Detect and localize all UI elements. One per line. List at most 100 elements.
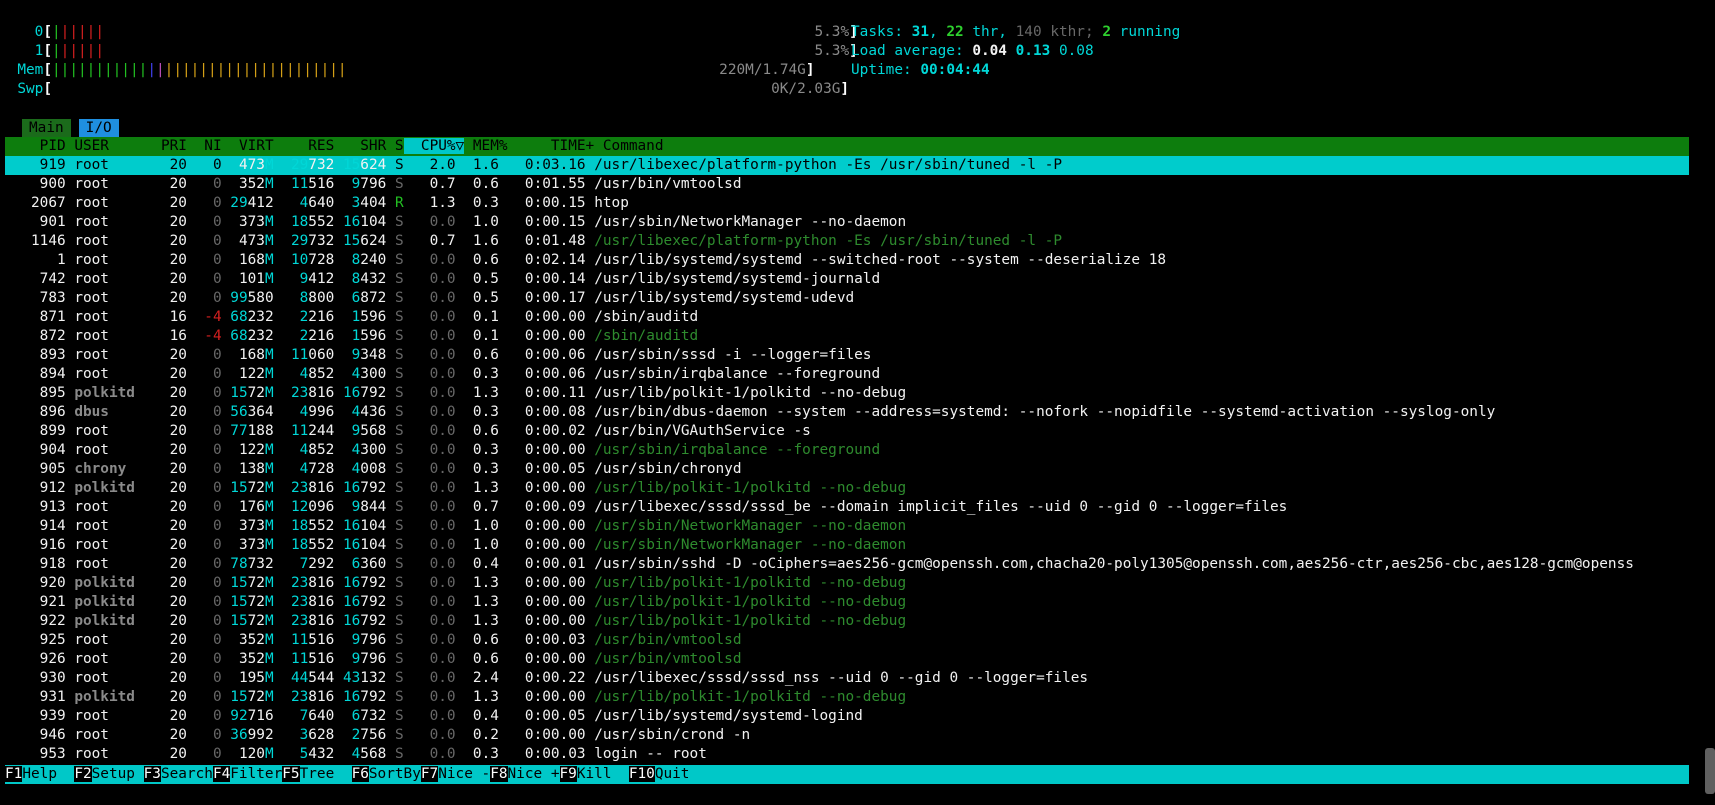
column-header-shr[interactable]: SHR <box>334 138 386 154</box>
virt: 352M <box>221 176 274 192</box>
fkey-label-nice-[interactable]: Nice - <box>438 766 490 782</box>
process-row[interactable]: 913 root 20 0 176M 12096 9844 S 0.0 0.7 … <box>5 498 1689 517</box>
window-resize-grip[interactable] <box>1705 748 1715 794</box>
priority: 20 <box>143 499 187 515</box>
res: 11060 <box>273 347 335 363</box>
priority: 20 <box>143 366 187 382</box>
fkey-label-tree[interactable]: Tree <box>300 766 352 782</box>
fkey-label-nice-[interactable]: Nice + <box>508 766 560 782</box>
process-row[interactable]: 918 root 20 0 78732 7292 6360 S 0.0 0.4 … <box>5 555 1689 574</box>
process-row[interactable]: 901 root 20 0 373M 18552 16104 S 0.0 1.0… <box>5 213 1689 232</box>
fkey-label-quit[interactable]: Quit <box>655 766 707 782</box>
res: 3628 <box>273 727 335 743</box>
process-row[interactable]: 946 root 20 0 36992 3628 2756 S 0.0 0.2 … <box>5 726 1689 745</box>
fkey-f5[interactable]: F5 <box>282 766 300 782</box>
process-row[interactable]: 914 root 20 0 373M 18552 16104 S 0.0 1.0… <box>5 517 1689 536</box>
fkey-f7[interactable]: F7 <box>420 766 439 782</box>
process-row[interactable]: 931 polkitd 20 0 1572M 23816 16792 S 0.0… <box>5 688 1689 707</box>
cpu-time: 0:00.00 <box>498 575 586 591</box>
fkey-label-filter[interactable]: Filter <box>230 766 282 782</box>
cpu1-meter: 1[|||||| 5.3%] <box>34 43 858 59</box>
shr: 9348 <box>334 347 387 363</box>
cpu-time: 0:00.01 <box>498 556 586 572</box>
cpu-percent: 1.3 <box>403 195 456 211</box>
virt: 122M <box>221 366 274 382</box>
fkey-label-kill[interactable]: Kill <box>577 766 629 782</box>
priority: 20 <box>143 480 187 496</box>
process-row[interactable]: 900 root 20 0 352M 11516 9796 S 0.7 0.6 … <box>5 175 1689 194</box>
res: 18552 <box>273 537 335 553</box>
column-header-mem[interactable]: MEM% <box>464 138 508 154</box>
process-row[interactable]: 939 root 20 0 92716 7640 6732 S 0.0 0.4 … <box>5 707 1689 726</box>
column-header-s[interactable]: S <box>386 138 404 154</box>
process-row[interactable]: 930 root 20 0 195M 44544 43132 S 0.0 2.4… <box>5 669 1689 688</box>
process-row[interactable]: 742 root 20 0 101M 9412 8432 S 0.0 0.5 0… <box>5 270 1689 289</box>
process-row[interactable]: 1146 root 20 0 473M 29732 15624 S 0.7 1.… <box>5 232 1689 251</box>
process-row[interactable]: 919 root 20 0 473M 29732 15624 S 2.0 1.6… <box>5 156 1689 175</box>
process-row[interactable]: 2067 root 20 0 29412 4640 3404 R 1.3 0.3… <box>5 194 1689 213</box>
mem-percent: 1.6 <box>455 233 499 249</box>
cpu-percent: 0.7 <box>403 233 456 249</box>
process-row[interactable]: 895 polkitd 20 0 1572M 23816 16792 S 0.0… <box>5 384 1689 403</box>
state: S <box>386 157 404 173</box>
process-row[interactable]: 905 chrony 20 0 138M 4728 4008 S 0.0 0.3… <box>5 460 1689 479</box>
column-header-virt[interactable]: VIRT <box>222 138 274 154</box>
tab-io[interactable]: I/O <box>78 119 119 137</box>
fkey-f9[interactable]: F9 <box>559 766 577 782</box>
cpu-percent: 0.0 <box>403 347 456 363</box>
cpu-time: 0:00.00 <box>498 480 586 496</box>
command: /usr/bin/vmtoolsd <box>585 651 742 667</box>
process-row[interactable]: 1 root 20 0 168M 10728 8240 S 0.0 0.6 0:… <box>5 251 1689 270</box>
column-header-cpu[interactable]: CPU%▽ <box>403 138 465 154</box>
shr: 16792 <box>334 613 387 629</box>
column-header-user[interactable]: USER <box>66 138 144 154</box>
mem-percent: 0.5 <box>455 271 499 287</box>
shr: 1596 <box>334 309 387 325</box>
process-row[interactable]: 926 root 20 0 352M 11516 9796 S 0.0 0.6 … <box>5 650 1689 669</box>
column-header-ni[interactable]: NI <box>187 138 221 154</box>
nice: 0 <box>186 727 222 743</box>
priority: 20 <box>143 157 187 173</box>
process-row[interactable]: 783 root 20 0 99580 8800 6872 S 0.0 0.5 … <box>5 289 1689 308</box>
process-row[interactable]: 920 polkitd 20 0 1572M 23816 16792 S 0.0… <box>5 574 1689 593</box>
state: S <box>386 594 404 610</box>
nice: 0 <box>186 347 222 363</box>
cpu-time: 0:00.03 <box>498 746 586 762</box>
process-row[interactable]: 904 root 20 0 122M 4852 4300 S 0.0 0.3 0… <box>5 441 1689 460</box>
process-row[interactable]: 912 polkitd 20 0 1572M 23816 16792 S 0.0… <box>5 479 1689 498</box>
user: root <box>65 271 144 287</box>
process-row[interactable]: 872 root 16 -4 68232 2216 1596 S 0.0 0.1… <box>5 327 1689 346</box>
fkey-label-sortby[interactable]: SortBy <box>369 766 421 782</box>
column-header-pid[interactable]: PID <box>5 138 66 154</box>
fkey-f2[interactable]: F2 <box>74 766 92 782</box>
process-row[interactable]: 899 root 20 0 77188 11244 9568 S 0.0 0.6… <box>5 422 1689 441</box>
fkey-f10[interactable]: F10 <box>628 766 655 782</box>
process-row[interactable]: 953 root 20 0 120M 5432 4568 S 0.0 0.3 0… <box>5 745 1689 764</box>
process-row[interactable]: 921 polkitd 20 0 1572M 23816 16792 S 0.0… <box>5 593 1689 612</box>
fkey-f1[interactable]: F1 <box>5 766 23 782</box>
column-header-time[interactable]: TIME+ <box>508 138 594 154</box>
fkey-label-help[interactable]: Help <box>22 766 74 782</box>
column-header-pri[interactable]: PRI <box>144 138 187 154</box>
nice: -4 <box>186 328 222 344</box>
fkey-f4[interactable]: F4 <box>212 766 231 782</box>
process-row[interactable]: 896 dbus 20 0 56364 4996 4436 S 0.0 0.3 … <box>5 403 1689 422</box>
fkey-label-search[interactable]: Search <box>161 766 213 782</box>
process-row[interactable]: 916 root 20 0 373M 18552 16104 S 0.0 1.0… <box>5 536 1689 555</box>
process-row[interactable]: 925 root 20 0 352M 11516 9796 S 0.0 0.6 … <box>5 631 1689 650</box>
fkey-f6[interactable]: F6 <box>351 766 369 782</box>
tab-main[interactable]: Main <box>22 119 71 137</box>
fkey-f3[interactable]: F3 <box>143 766 161 782</box>
command: /usr/lib/polkit-1/polkitd --no-debug <box>585 480 907 496</box>
process-row[interactable]: 871 root 16 -4 68232 2216 1596 S 0.0 0.1… <box>5 308 1689 327</box>
command: /usr/lib/systemd/systemd --switched-root… <box>585 252 1167 268</box>
process-row[interactable]: 922 polkitd 20 0 1572M 23816 16792 S 0.0… <box>5 612 1689 631</box>
column-header-res[interactable]: RES <box>274 138 334 154</box>
state: S <box>386 385 404 401</box>
process-row[interactable]: 893 root 20 0 168M 11060 9348 S 0.0 0.6 … <box>5 346 1689 365</box>
fkey-f8[interactable]: F8 <box>490 766 508 782</box>
process-row[interactable]: 894 root 20 0 122M 4852 4300 S 0.0 0.3 0… <box>5 365 1689 384</box>
column-header-command[interactable]: Command <box>594 138 664 154</box>
fkey-label-setup[interactable]: Setup <box>92 766 144 782</box>
function-key-bar: F1Help F2Setup F3SearchF4FilterF5Tree F6… <box>5 765 1689 784</box>
